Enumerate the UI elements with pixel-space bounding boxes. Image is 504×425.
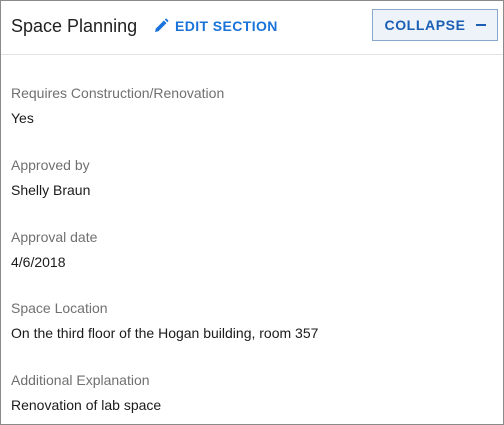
field-approval-date: Approval date 4/6/2018 — [11, 229, 491, 271]
field-approved-by: Approved by Shelly Braun — [11, 157, 491, 199]
field-label: Approval date — [11, 229, 98, 245]
field-label: Additional Explanation — [11, 372, 150, 388]
field-space-location: Space Location On the third floor of the… — [11, 300, 491, 342]
section-title: Space Planning — [11, 16, 138, 36]
field-value: Yes — [11, 110, 34, 126]
field-additional-explanation: Additional Explanation Renovation of lab… — [11, 372, 491, 414]
field-value: 4/6/2018 — [11, 254, 66, 270]
field-label: Approved by — [11, 157, 90, 173]
field-value: Renovation of lab space — [11, 397, 162, 413]
space-planning-panel: Space Planning EDIT SECTION COLLAPSE Req… — [0, 0, 504, 425]
edit-section-button[interactable]: EDIT SECTION — [153, 16, 278, 36]
field-label: Requires Construction/Renovation — [11, 85, 225, 101]
collapse-label: COLLAPSE — [384, 17, 466, 33]
field-label: Space Location — [11, 300, 108, 316]
minus-icon — [475, 24, 486, 26]
field-value: On the third floor of the Hogan building… — [11, 325, 319, 341]
field-requires-construction: Requires Construction/Renovation Yes — [11, 85, 491, 127]
field-value: Shelly Braun — [11, 182, 91, 198]
collapse-button[interactable]: COLLAPSE — [372, 9, 498, 41]
section-header: Space Planning EDIT SECTION COLLAPSE — [1, 1, 503, 55]
pencil-icon — [153, 18, 169, 34]
edit-section-label: EDIT SECTION — [175, 18, 278, 34]
